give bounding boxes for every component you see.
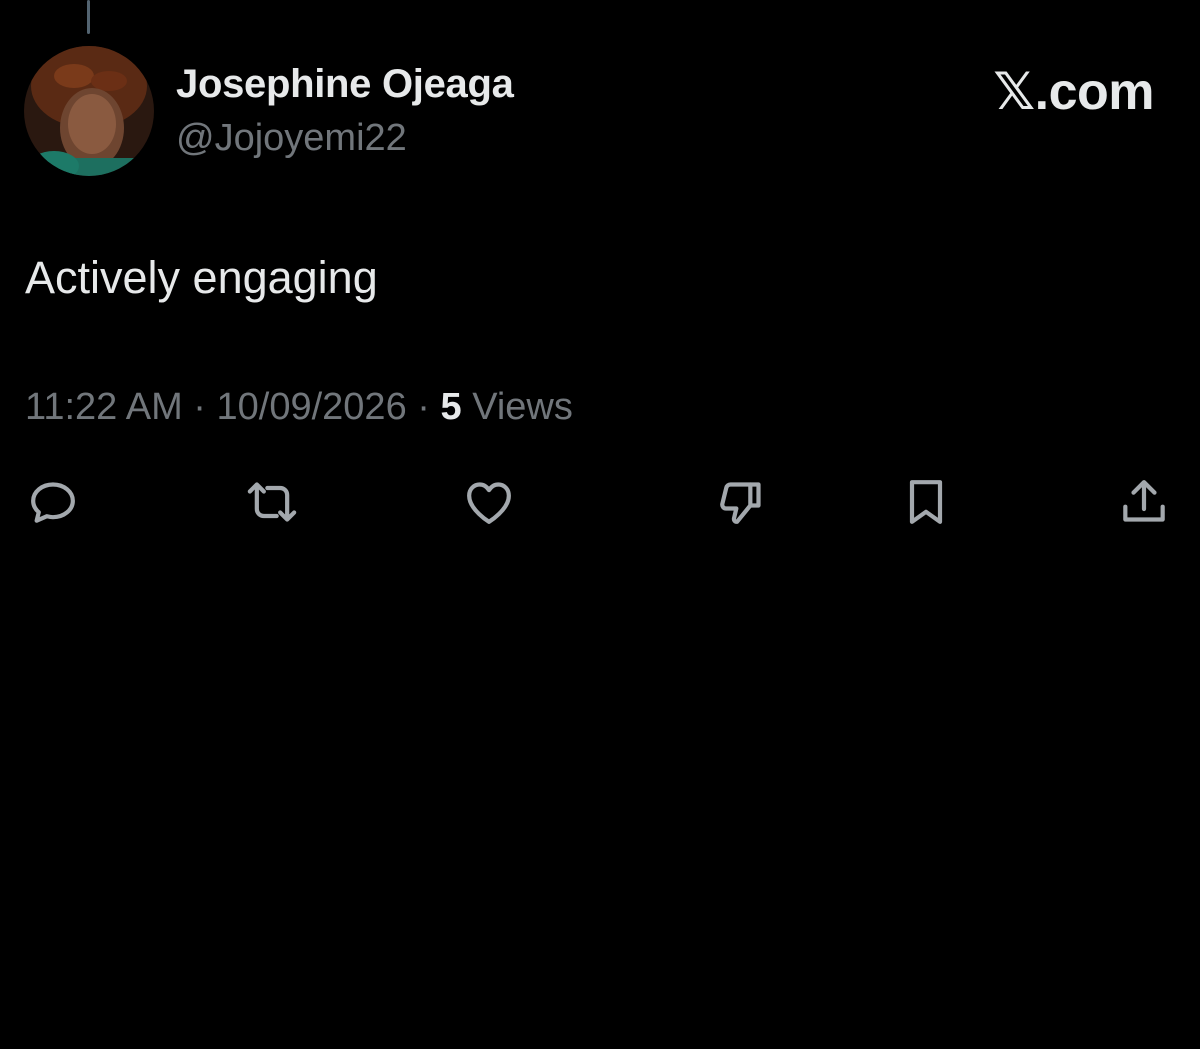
x-com-logo: 𝕏.com (993, 63, 1154, 121)
tweet-text: Actively engaging (25, 252, 378, 303)
share-button[interactable] (1114, 472, 1174, 532)
user-display-name[interactable]: Josephine Ojeaga (176, 62, 514, 107)
tweet-metadata: 11:22 AM · 10/09/2026 · 5 Views (25, 386, 573, 429)
views-count: 5 (440, 386, 462, 428)
dislike-button[interactable] (711, 472, 771, 532)
thread-connector-line (87, 0, 90, 34)
retweet-icon (247, 482, 297, 522)
views-label: Views (472, 386, 573, 428)
bookmark-icon (909, 480, 943, 524)
avatar[interactable] (24, 46, 154, 176)
user-handle[interactable]: @Jojoyemi22 (176, 117, 407, 160)
share-icon (1123, 480, 1165, 522)
tweet-date[interactable]: 10/09/2026 (217, 386, 407, 428)
thumbs-down-icon (720, 482, 761, 524)
meta-separator: · (182, 386, 217, 428)
tweet-time[interactable]: 11:22 AM (25, 386, 183, 428)
tweet-action-bar (0, 472, 1200, 536)
avatar-image (24, 46, 154, 176)
retweet-button[interactable] (242, 472, 302, 532)
bookmark-button[interactable] (896, 472, 956, 532)
reply-button[interactable] (23, 472, 83, 532)
like-button[interactable] (459, 472, 519, 532)
heart-icon (467, 482, 511, 524)
meta-separator: · (406, 386, 441, 428)
reply-icon (31, 482, 75, 523)
